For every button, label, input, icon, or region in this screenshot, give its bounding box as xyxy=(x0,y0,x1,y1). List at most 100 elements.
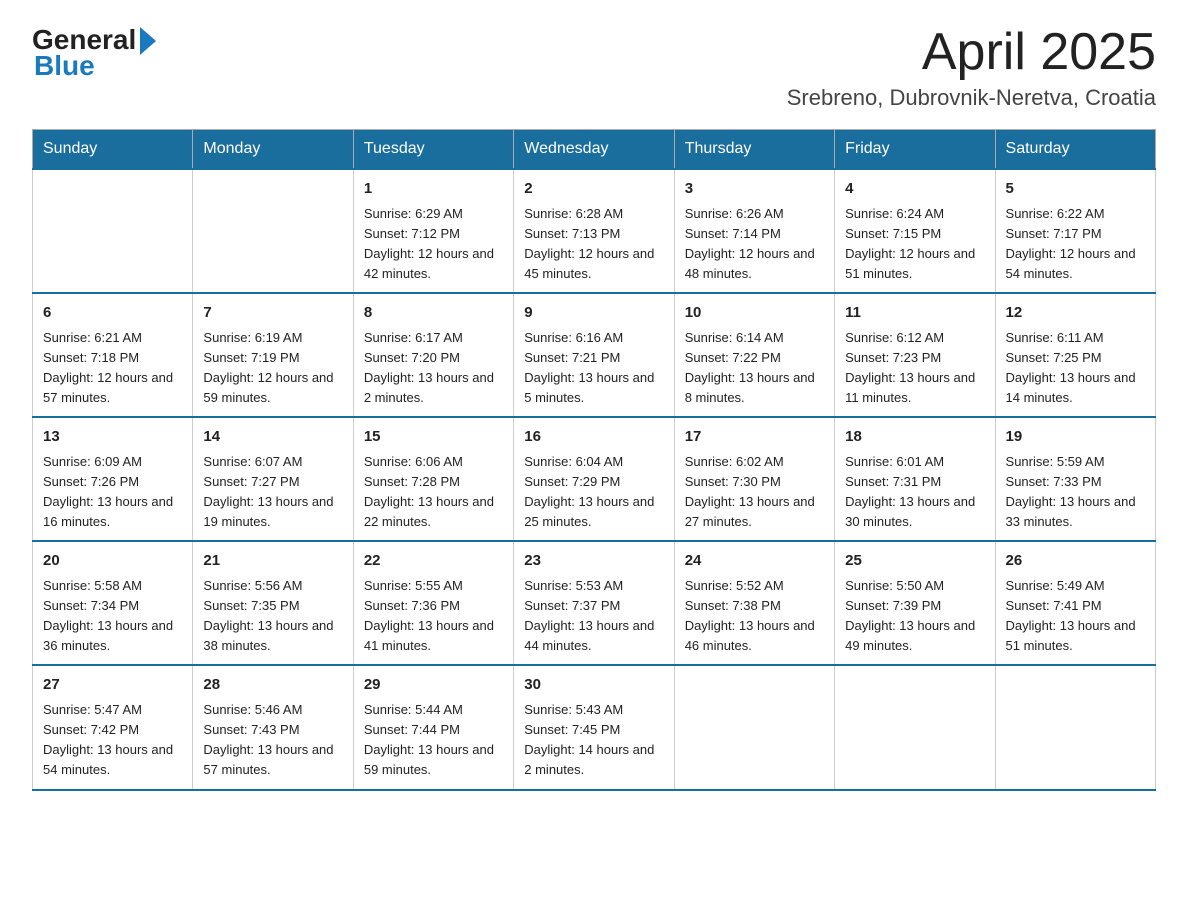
calendar-cell: 1 Sunrise: 6:29 AMSunset: 7:12 PMDaylight… xyxy=(353,169,513,293)
day-number: 4 xyxy=(845,178,984,201)
day-info: Sunrise: 5:44 AMSunset: 7:44 PMDaylight:… xyxy=(364,700,503,781)
calendar-cell: 10Sunrise: 6:14 AMSunset: 7:22 PMDayligh… xyxy=(674,293,834,417)
day-info: Sunrise: 6:19 AMSunset: 7:19 PMDaylight:… xyxy=(203,328,342,409)
page-subtitle: Srebreno, Dubrovnik-Neretva, Croatia xyxy=(787,85,1156,111)
day-info: Sunrise: 5:52 AMSunset: 7:38 PMDaylight:… xyxy=(685,576,824,657)
calendar-cell: 26 Sunrise: 5:49 AMSunset: 7:41 PMDayligh… xyxy=(995,541,1155,665)
day-number: 20 xyxy=(43,550,182,573)
day-number: 27 xyxy=(43,674,182,697)
day-info: Sunrise: 6:07 AMSunset: 7:27 PMDaylight:… xyxy=(203,452,342,533)
day-number: 14 xyxy=(203,426,342,449)
day-info: Sunrise: 6:01 AMSunset: 7:31 PMDaylight:… xyxy=(845,452,984,533)
day-info: Sunrise: 5:46 AMSunset: 7:43 PMDaylight:… xyxy=(203,700,342,781)
day-info: Sunrise: 5:56 AMSunset: 7:35 PMDaylight:… xyxy=(203,576,342,657)
calendar-cell: 19 Sunrise: 5:59 AMSunset: 7:33 PMDayligh… xyxy=(995,417,1155,541)
page-title: April 2025 xyxy=(787,24,1156,81)
day-info: Sunrise: 5:53 AMSunset: 7:37 PMDaylight:… xyxy=(524,576,663,657)
day-number: 8 xyxy=(364,302,503,325)
day-number: 23 xyxy=(524,550,663,573)
day-info: Sunrise: 5:58 AMSunset: 7:34 PMDaylight:… xyxy=(43,576,182,657)
day-info: Sunrise: 6:16 AMSunset: 7:21 PMDaylight:… xyxy=(524,328,663,409)
calendar-header-saturday: Saturday xyxy=(995,130,1155,170)
day-info: Sunrise: 5:55 AMSunset: 7:36 PMDaylight:… xyxy=(364,576,503,657)
day-number: 22 xyxy=(364,550,503,573)
day-number: 28 xyxy=(203,674,342,697)
logo-arrow-icon xyxy=(140,27,156,55)
calendar-header-wednesday: Wednesday xyxy=(514,130,674,170)
day-number: 5 xyxy=(1006,178,1145,201)
calendar-header-monday: Monday xyxy=(193,130,353,170)
calendar-header-thursday: Thursday xyxy=(674,130,834,170)
calendar-cell: 14 Sunrise: 6:07 AMSunset: 7:27 PMDayligh… xyxy=(193,417,353,541)
day-number: 7 xyxy=(203,302,342,325)
calendar-week-row: 20 Sunrise: 5:58 AMSunset: 7:34 PMDayligh… xyxy=(33,541,1156,665)
calendar-header-sunday: Sunday xyxy=(33,130,193,170)
calendar-cell: 16 Sunrise: 6:04 AMSunset: 7:29 PMDayligh… xyxy=(514,417,674,541)
day-info: Sunrise: 5:59 AMSunset: 7:33 PMDaylight:… xyxy=(1006,452,1145,533)
logo-blue: Blue xyxy=(34,50,95,82)
logo: General Blue xyxy=(32,24,156,82)
calendar-cell xyxy=(674,665,834,789)
day-number: 25 xyxy=(845,550,984,573)
day-number: 1 xyxy=(364,178,503,201)
calendar-cell: 12 Sunrise: 6:11 AMSunset: 7:25 PMDayligh… xyxy=(995,293,1155,417)
calendar-cell xyxy=(995,665,1155,789)
day-info: Sunrise: 5:47 AMSunset: 7:42 PMDaylight:… xyxy=(43,700,182,781)
day-number: 30 xyxy=(524,674,663,697)
day-number: 3 xyxy=(685,178,824,201)
day-number: 26 xyxy=(1006,550,1145,573)
day-number: 18 xyxy=(845,426,984,449)
day-info: Sunrise: 6:06 AMSunset: 7:28 PMDaylight:… xyxy=(364,452,503,533)
day-info: Sunrise: 5:43 AMSunset: 7:45 PMDaylight:… xyxy=(524,700,663,781)
calendar-cell: 27 Sunrise: 5:47 AMSunset: 7:42 PMDayligh… xyxy=(33,665,193,789)
day-info: Sunrise: 6:02 AMSunset: 7:30 PMDaylight:… xyxy=(685,452,824,533)
calendar-cell: 11 Sunrise: 6:12 AMSunset: 7:23 PMDayligh… xyxy=(835,293,995,417)
day-info: Sunrise: 6:29 AMSunset: 7:12 PMDaylight:… xyxy=(364,204,503,285)
calendar-cell: 3Sunrise: 6:26 AMSunset: 7:14 PMDaylight… xyxy=(674,169,834,293)
day-number: 16 xyxy=(524,426,663,449)
calendar-cell: 28 Sunrise: 5:46 AMSunset: 7:43 PMDayligh… xyxy=(193,665,353,789)
calendar-header-tuesday: Tuesday xyxy=(353,130,513,170)
calendar-week-row: 27 Sunrise: 5:47 AMSunset: 7:42 PMDayligh… xyxy=(33,665,1156,789)
calendar-cell xyxy=(835,665,995,789)
calendar-cell: 20 Sunrise: 5:58 AMSunset: 7:34 PMDayligh… xyxy=(33,541,193,665)
page-header: General Blue April 2025 Srebreno, Dubrov… xyxy=(32,24,1156,111)
day-number: 11 xyxy=(845,302,984,325)
day-info: Sunrise: 5:49 AMSunset: 7:41 PMDaylight:… xyxy=(1006,576,1145,657)
day-info: Sunrise: 6:28 AMSunset: 7:13 PMDaylight:… xyxy=(524,204,663,285)
calendar-cell: 22 Sunrise: 5:55 AMSunset: 7:36 PMDayligh… xyxy=(353,541,513,665)
calendar-header-row: SundayMondayTuesdayWednesdayThursdayFrid… xyxy=(33,130,1156,170)
day-info: Sunrise: 6:21 AMSunset: 7:18 PMDaylight:… xyxy=(43,328,182,409)
calendar-table: SundayMondayTuesdayWednesdayThursdayFrid… xyxy=(32,129,1156,790)
day-info: Sunrise: 5:50 AMSunset: 7:39 PMDaylight:… xyxy=(845,576,984,657)
day-number: 17 xyxy=(685,426,824,449)
calendar-cell: 24Sunrise: 5:52 AMSunset: 7:38 PMDayligh… xyxy=(674,541,834,665)
day-info: Sunrise: 6:09 AMSunset: 7:26 PMDaylight:… xyxy=(43,452,182,533)
calendar-cell: 7 Sunrise: 6:19 AMSunset: 7:19 PMDaylight… xyxy=(193,293,353,417)
calendar-cell xyxy=(33,169,193,293)
calendar-cell: 6 Sunrise: 6:21 AMSunset: 7:18 PMDaylight… xyxy=(33,293,193,417)
calendar-cell: 8Sunrise: 6:17 AMSunset: 7:20 PMDaylight… xyxy=(353,293,513,417)
day-info: Sunrise: 6:04 AMSunset: 7:29 PMDaylight:… xyxy=(524,452,663,533)
calendar-cell: 17 Sunrise: 6:02 AMSunset: 7:30 PMDayligh… xyxy=(674,417,834,541)
day-number: 29 xyxy=(364,674,503,697)
calendar-cell: 2Sunrise: 6:28 AMSunset: 7:13 PMDaylight… xyxy=(514,169,674,293)
day-number: 6 xyxy=(43,302,182,325)
calendar-cell: 5 Sunrise: 6:22 AMSunset: 7:17 PMDaylight… xyxy=(995,169,1155,293)
title-area: April 2025 Srebreno, Dubrovnik-Neretva, … xyxy=(787,24,1156,111)
calendar-header-friday: Friday xyxy=(835,130,995,170)
day-number: 9 xyxy=(524,302,663,325)
day-number: 21 xyxy=(203,550,342,573)
day-number: 12 xyxy=(1006,302,1145,325)
day-info: Sunrise: 6:22 AMSunset: 7:17 PMDaylight:… xyxy=(1006,204,1145,285)
calendar-cell xyxy=(193,169,353,293)
day-number: 13 xyxy=(43,426,182,449)
calendar-week-row: 6 Sunrise: 6:21 AMSunset: 7:18 PMDaylight… xyxy=(33,293,1156,417)
day-info: Sunrise: 6:11 AMSunset: 7:25 PMDaylight:… xyxy=(1006,328,1145,409)
day-number: 19 xyxy=(1006,426,1145,449)
day-number: 15 xyxy=(364,426,503,449)
day-info: Sunrise: 6:12 AMSunset: 7:23 PMDaylight:… xyxy=(845,328,984,409)
calendar-cell: 30 Sunrise: 5:43 AMSunset: 7:45 PMDayligh… xyxy=(514,665,674,789)
calendar-cell: 21 Sunrise: 5:56 AMSunset: 7:35 PMDayligh… xyxy=(193,541,353,665)
calendar-cell: 9 Sunrise: 6:16 AMSunset: 7:21 PMDaylight… xyxy=(514,293,674,417)
